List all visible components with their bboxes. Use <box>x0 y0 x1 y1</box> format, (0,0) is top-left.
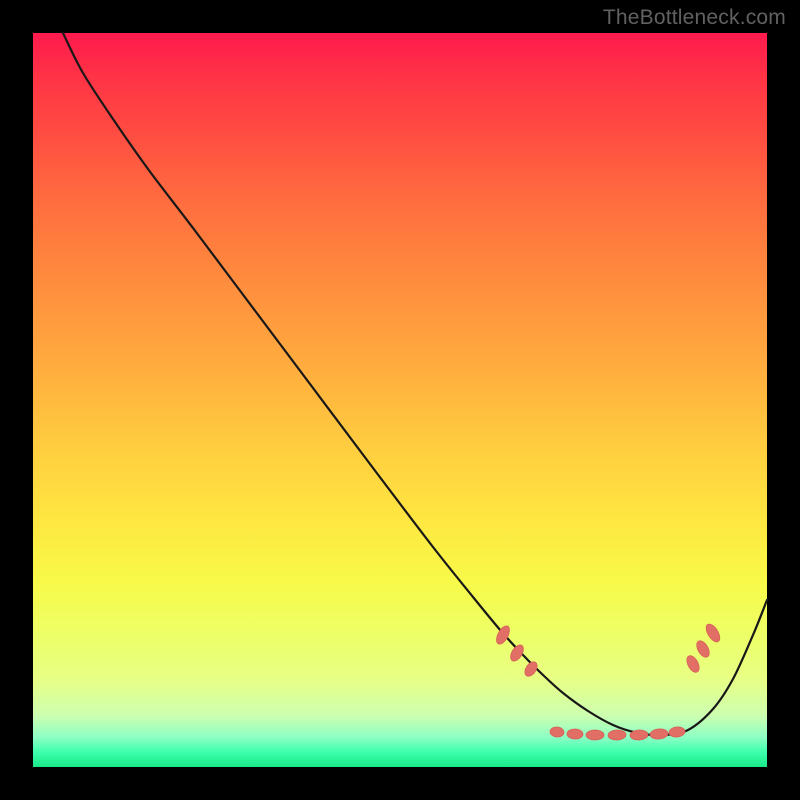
watermark-text: TheBottleneck.com <box>603 6 786 30</box>
data-dot <box>550 726 565 737</box>
data-dot <box>586 730 604 740</box>
chart-svg <box>33 33 767 767</box>
plot-area <box>33 33 767 767</box>
data-dot <box>650 728 669 740</box>
data-dot <box>608 730 626 741</box>
data-dot <box>567 729 583 740</box>
chart-frame: TheBottleneck.com <box>0 0 800 800</box>
data-dot <box>508 643 526 664</box>
data-dot <box>694 639 712 660</box>
curve-line <box>63 33 767 735</box>
data-dot <box>703 622 722 644</box>
data-dot <box>684 654 701 675</box>
data-dot <box>669 726 686 738</box>
